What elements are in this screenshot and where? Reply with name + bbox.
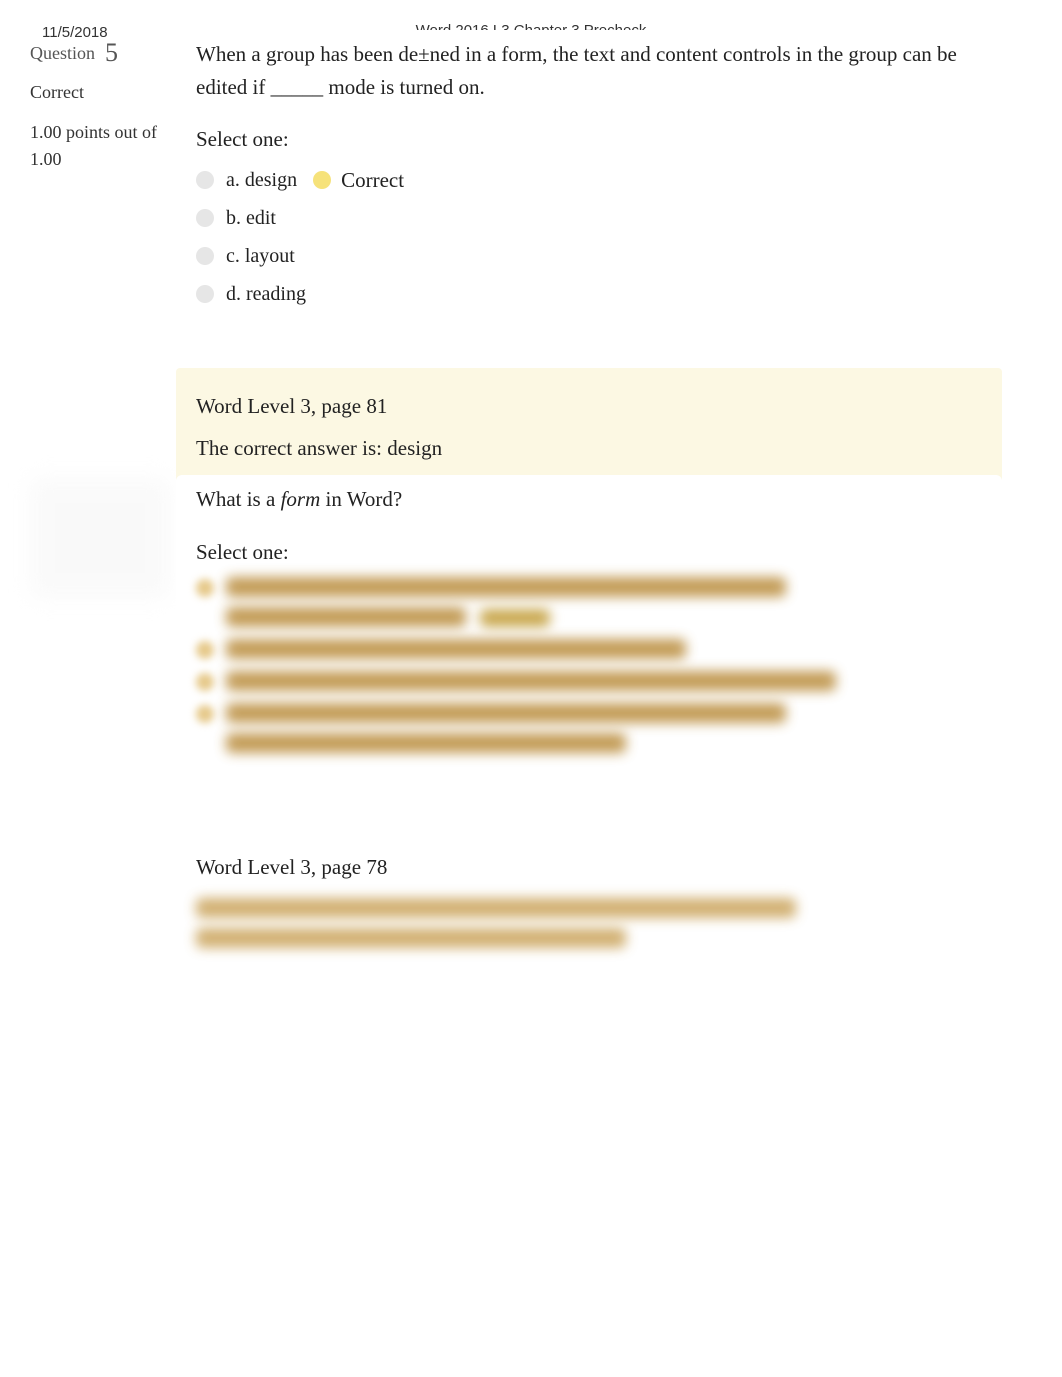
radio-icon[interactable] [196,209,214,227]
stem-italic: form [281,487,321,511]
radio-icon [196,641,214,659]
option-d-row-blurred [196,703,982,753]
blurred-text [196,898,796,918]
radio-icon [196,705,214,723]
question-label: Question [30,43,95,63]
question-status: Correct [30,82,190,103]
blurred-text [226,733,626,753]
option-c-text: c. layout [226,245,295,268]
blurred-text [226,703,786,723]
blurred-correct-badge [480,609,550,627]
question-number: 5 [105,38,118,67]
radio-icon[interactable] [196,247,214,265]
question-6-feedback: Word Level 3, page 78 [176,829,1002,977]
option-b-row[interactable]: b. edit [196,200,982,236]
option-c-row-blurred [196,671,982,691]
stem-prefix: What is a [196,487,281,511]
feedback-reference: Word Level 3, page 81 [196,390,982,424]
question-6-meta-blurred [30,478,170,598]
option-a-text: a. design [226,169,297,192]
blurred-text [226,607,466,627]
options-list: a. design Correct b. edit c. layout d. r… [196,162,982,312]
question-5-content: When a group has been de±ned in a form, … [176,30,1002,338]
option-d-row[interactable]: d. reading [196,276,982,312]
radio-icon [196,673,214,691]
blurred-text [226,639,686,659]
option-c-row[interactable]: c. layout [196,238,982,274]
blurred-text [226,671,836,691]
radio-icon[interactable] [196,171,214,189]
feedback-answer-blurred [196,898,982,948]
blurred-text [196,928,626,948]
select-one-label: Select one: [196,127,982,152]
blurred-text [226,577,786,597]
option-b-text: b. edit [226,207,276,230]
feedback-reference: Word Level 3, page 78 [196,851,982,885]
correct-label: Correct [341,168,404,193]
select-one-label: Select one: [196,540,982,565]
radio-icon[interactable] [196,285,214,303]
feedback-answer: The correct answer is: design [196,432,982,466]
option-d-text: d. reading [226,283,306,306]
question-5-feedback: Word Level 3, page 81 The correct answer… [176,368,1002,489]
question-stem: When a group has been de±ned in a form, … [196,38,982,103]
question-5-meta: Question 5 Correct 1.00 points out of 1.… [30,36,190,173]
option-a-row[interactable]: a. design Correct [196,162,982,198]
question-6-content: What is a form in Word? Select one: [176,475,1002,789]
stem-suffix: in Word? [320,487,402,511]
correct-mark-icon [313,171,331,189]
radio-icon [196,579,214,597]
question-stem: What is a form in Word? [196,483,982,516]
option-a-row-blurred [196,577,982,627]
question-points: 1.00 points out of 1.00 [30,119,190,173]
option-b-row-blurred [196,639,982,659]
options-list-blurred [196,577,982,753]
